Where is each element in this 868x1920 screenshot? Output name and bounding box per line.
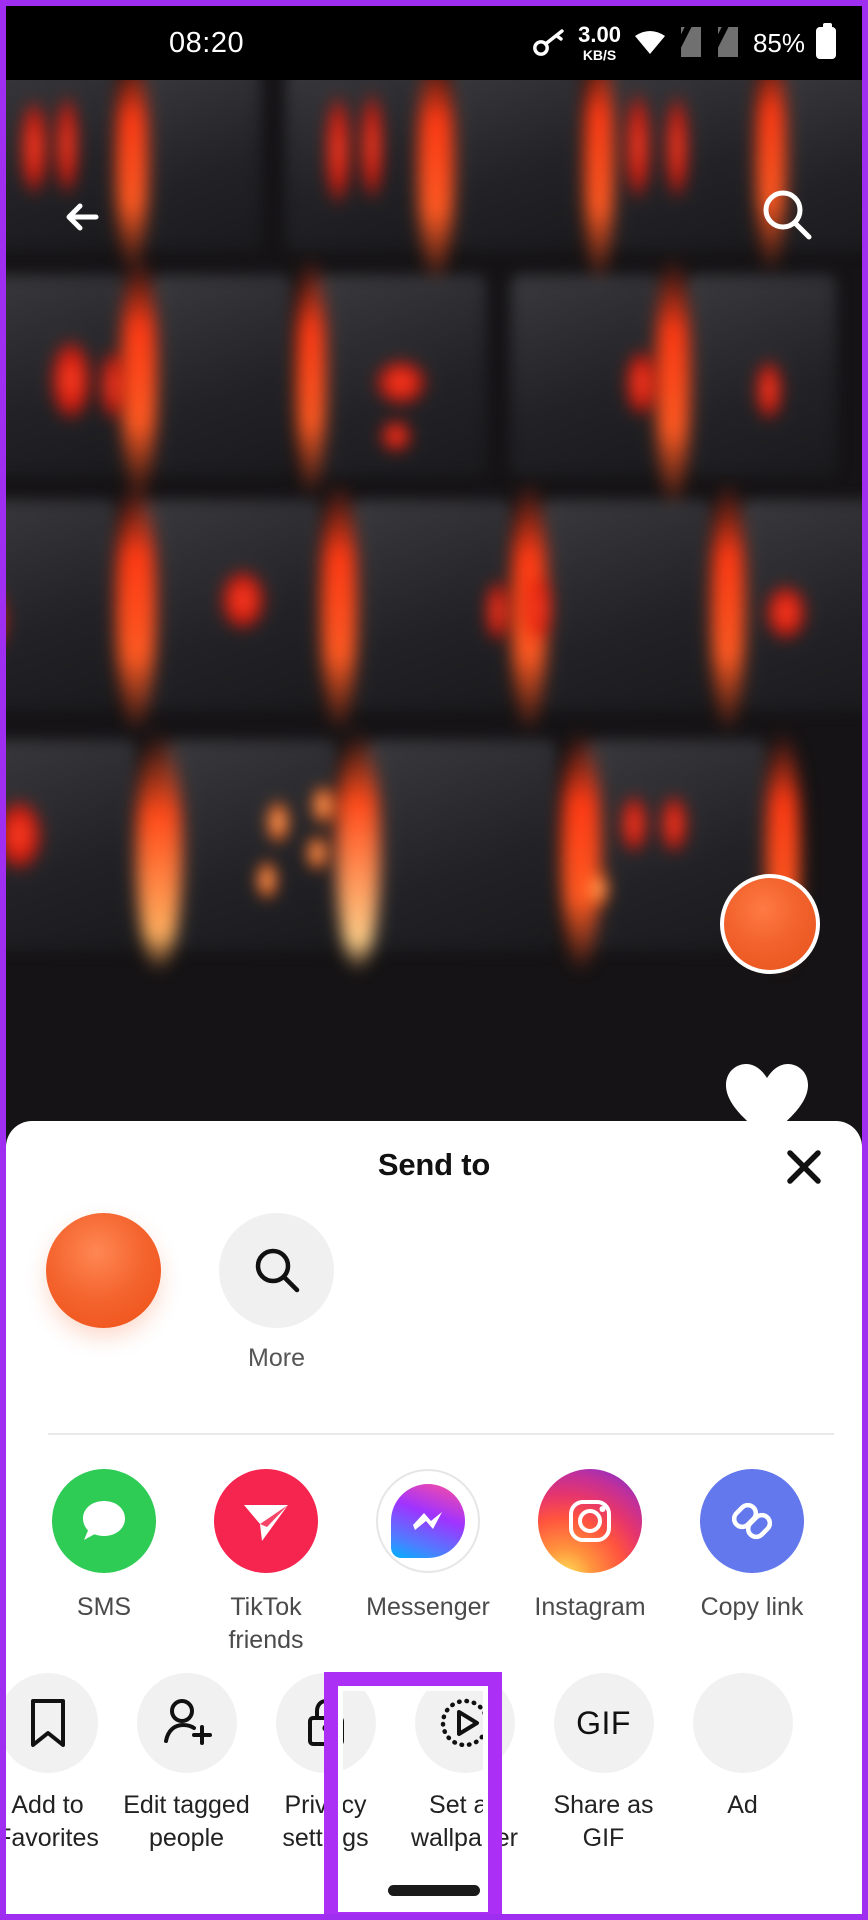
contact-label: More [248,1344,305,1372]
action-edit-tagged-people[interactable]: Edit tagged people [117,1673,256,1855]
network-speed: 3.00 KB/S [578,22,621,63]
wifi-icon [632,28,668,58]
video-top-nav [6,176,862,266]
contact-avatar-item[interactable] [46,1213,161,1344]
share-app-tiktok-friends[interactable]: TikTok friends [196,1469,336,1656]
action-partial[interactable]: Ad [673,1673,812,1855]
avatar[interactable] [720,874,820,974]
divider [48,1433,834,1435]
share-app-instagram[interactable]: Instagram [520,1469,660,1656]
search-icon[interactable] [756,184,818,246]
battery-percent: 85% [752,27,805,58]
contacts-row: More [6,1213,862,1408]
phone-screen: 08:20 3.00 KB/S 85% Send to More SMS Tik… [0,0,868,1920]
status-bar-icons: 3.00 KB/S 85% [533,22,836,64]
messenger-icon[interactable] [376,1469,480,1573]
send-icon[interactable] [214,1469,318,1573]
action-set-as-wallpaper[interactable]: Set as wallpaper [395,1673,534,1855]
action-label: Share as GIF [553,1791,654,1852]
instagram-icon[interactable] [538,1469,642,1573]
action-privacy-settings[interactable]: Privacy settings [256,1673,395,1855]
home-indicator [388,1885,480,1896]
share-app-label: SMS [76,1593,132,1621]
share-app-copy-link[interactable]: Copy link [682,1469,822,1656]
signal-off-icon [667,22,705,64]
share-apps-row: SMS TikTok friends Messenger Instagram C… [6,1469,862,1656]
key-icon [533,28,567,58]
gif-label: GIF [576,1704,631,1741]
status-bar: 08:20 3.00 KB/S 85% [6,6,862,80]
sms-icon[interactable] [52,1469,156,1573]
close-icon[interactable] [782,1145,826,1189]
action-label: Set as wallpaper [410,1791,518,1852]
person-add-icon[interactable] [136,1673,237,1773]
share-app-messenger[interactable]: Messenger [358,1469,498,1656]
share-app-label: Instagram [534,1593,646,1621]
action-label: Edit tagged people [123,1791,250,1852]
share-app-label: TikTok friends [228,1593,304,1654]
search-icon[interactable] [219,1213,334,1328]
action-label: Privacy settings [282,1791,369,1852]
share-sheet: Send to More SMS TikTok friends Messenge… [6,1121,862,1914]
partial-icon[interactable] [692,1673,793,1773]
share-app-label: Messenger [366,1593,490,1621]
page-title: Send to [377,1147,491,1182]
wallpaper-play-icon[interactable] [414,1673,515,1773]
action-label: Add to Favorites [6,1791,99,1852]
share-app-label: Copy link [700,1593,804,1621]
profile-avatar[interactable] [46,1213,161,1328]
action-add-to-favorites[interactable]: Add to Favorites [6,1673,117,1855]
back-arrow-icon[interactable] [54,186,116,248]
battery-icon [816,23,836,59]
link-icon[interactable] [700,1469,804,1573]
more-contacts-item[interactable]: More [219,1213,334,1373]
actions-row: Add to Favorites Edit tagged people Priv… [6,1673,862,1855]
lock-icon[interactable] [275,1673,376,1773]
status-bar-time: 08:20 [169,26,245,59]
signal-off-icon [704,22,742,64]
action-share-as-gif[interactable]: GIF Share as GIF [534,1673,673,1855]
sheet-header: Send to [6,1121,862,1213]
gif-icon[interactable]: GIF [553,1673,654,1773]
bookmark-icon[interactable] [6,1673,98,1773]
action-label: Ad [727,1791,758,1819]
share-app-sms[interactable]: SMS [34,1469,174,1656]
